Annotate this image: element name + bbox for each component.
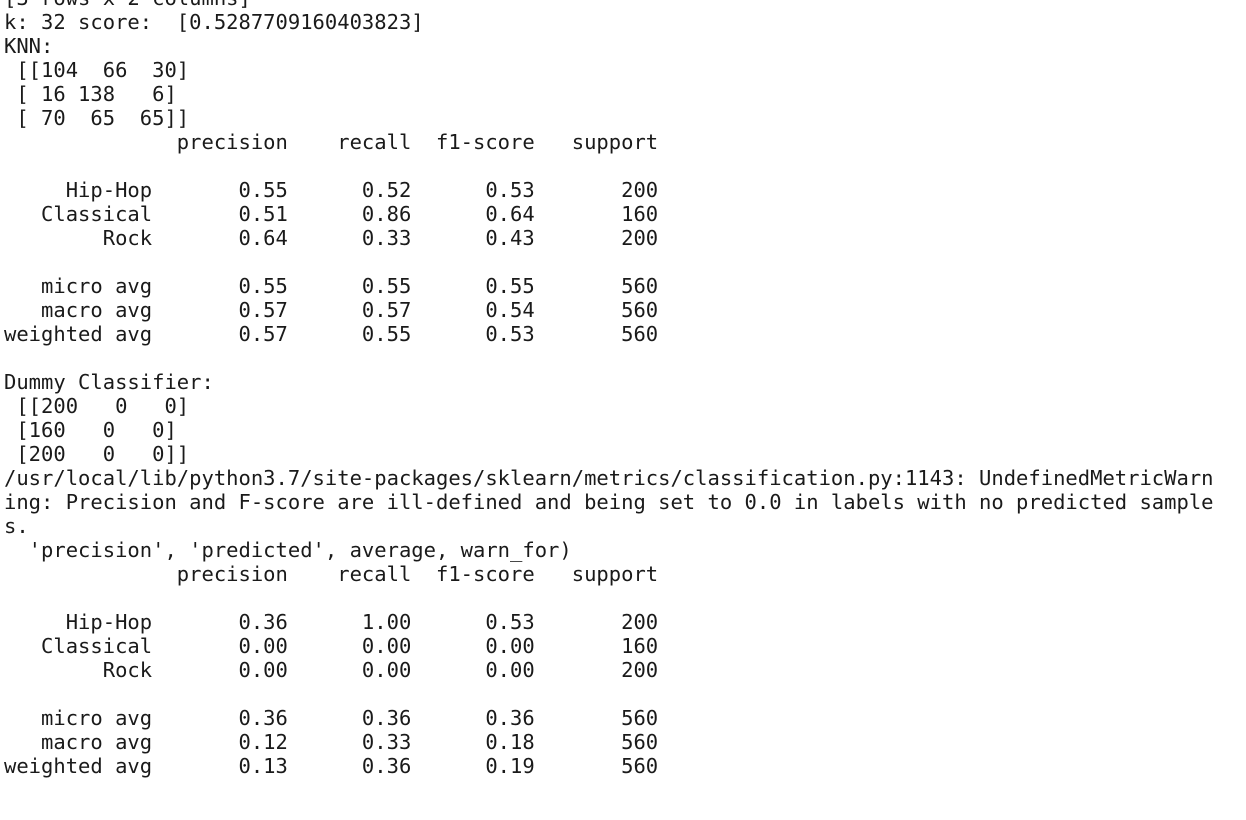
dummy-report-header: precision recall f1-score support (4, 562, 659, 586)
dummy-heading: Dummy Classifier: (4, 370, 214, 394)
knn-report-row-weighted-avg: weighted avg 0.57 0.55 0.53 560 (4, 322, 659, 346)
knn-report-row-classical: Classical 0.51 0.86 0.64 160 (4, 202, 659, 226)
dummy-confusion-row-2: [160 0 0] (4, 418, 177, 442)
warning-line-3: s. (4, 514, 29, 538)
cut-off-header-line: [3 rows x 2 columns] (4, 0, 1242, 10)
dummy-report-row-classical: Classical 0.00 0.00 0.00 160 (4, 634, 659, 658)
knn-report-row-macro-avg: macro avg 0.57 0.57 0.54 560 (4, 298, 659, 322)
knn-heading: KNN: (4, 34, 54, 58)
dummy-report-row-weighted-avg: weighted avg 0.13 0.36 0.19 560 (4, 754, 659, 778)
warning-source-line: 'precision', 'predicted', average, warn_… (4, 538, 572, 562)
knn-report-row-hip-hop: Hip-Hop 0.55 0.52 0.53 200 (4, 178, 659, 202)
dummy-report-row-rock: Rock 0.00 0.00 0.00 200 (4, 658, 659, 682)
terminal-output[interactable]: [3 rows x 2 columns] k: 32 score: [0.528… (4, 0, 1242, 778)
knn-report-row-micro-avg: micro avg 0.55 0.55 0.55 560 (4, 274, 659, 298)
dummy-confusion-row-3: [200 0 0]] (4, 442, 190, 466)
warning-line-2: ing: Precision and F-score are ill-defin… (4, 490, 1214, 514)
knn-confusion-row-1: [[104 66 30] (4, 58, 190, 82)
knn-confusion-row-3: [ 70 65 65]] (4, 106, 190, 130)
knn-report-header: precision recall f1-score support (4, 130, 659, 154)
dummy-confusion-row-1: [[200 0 0] (4, 394, 190, 418)
dummy-report-row-micro-avg: micro avg 0.36 0.36 0.36 560 (4, 706, 659, 730)
warning-line-1: /usr/local/lib/python3.7/site-packages/s… (4, 466, 1214, 490)
dummy-report-row-hip-hop: Hip-Hop 0.36 1.00 0.53 200 (4, 610, 659, 634)
knn-report-row-rock: Rock 0.64 0.33 0.43 200 (4, 226, 659, 250)
knn-confusion-row-2: [ 16 138 6] (4, 82, 177, 106)
knn-score-line: k: 32 score: [0.5287709160403823] (4, 10, 424, 34)
dummy-report-row-macro-avg: macro avg 0.12 0.33 0.18 560 (4, 730, 659, 754)
